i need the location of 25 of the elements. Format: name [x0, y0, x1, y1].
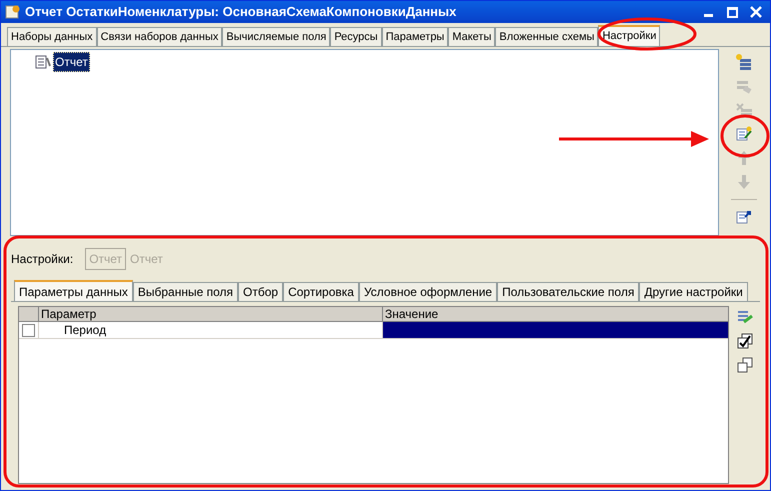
- tree-item[interactable]: Отчет: [53, 52, 90, 72]
- column-header[interactable]: Параметр: [39, 307, 383, 321]
- tab[interactable]: Условное оформление: [358, 282, 498, 301]
- window-title: Отчет ОстаткиНоменклатуры: ОсновнаяСхемаКомпоновкиДанных: [25, 3, 456, 22]
- report-icon: [35, 55, 51, 69]
- tab[interactable]: Ресурсы: [330, 27, 382, 46]
- tab[interactable]: Вложенные схемы: [495, 27, 598, 46]
- settings-name: Отчет: [130, 251, 163, 268]
- tab[interactable]: Сортировка: [283, 282, 359, 301]
- tab[interactable]: Связи наборов данных: [96, 27, 222, 46]
- tab[interactable]: Наборы данных: [7, 27, 97, 46]
- tab[interactable]: Макеты: [448, 27, 496, 46]
- checkbox[interactable]: [22, 324, 35, 336]
- tab[interactable]: Вычисляемые поля: [222, 27, 330, 46]
- tab[interactable]: Другие настройки: [639, 282, 748, 301]
- settings-label: Настройки:: [11, 251, 74, 268]
- tab[interactable]: Выбранные поля: [132, 282, 238, 301]
- tab[interactable]: Отбор: [238, 282, 284, 301]
- tab[interactable]: Параметры: [382, 27, 448, 46]
- value-cell[interactable]: [383, 322, 728, 338]
- tab[interactable]: Пользовательские поля: [497, 282, 640, 301]
- app-icon: [5, 4, 21, 20]
- tab[interactable]: Параметры данных: [14, 280, 133, 301]
- tab[interactable]: Настройки: [598, 25, 660, 46]
- column-header[interactable]: Значение: [383, 307, 728, 321]
